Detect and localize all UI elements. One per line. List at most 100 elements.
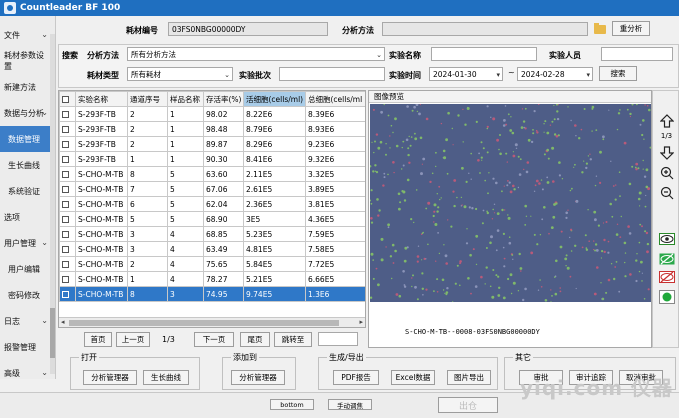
search-type-select[interactable]: 所有耗材 ⌄: [127, 67, 233, 81]
prev-page-button[interactable]: 上一页: [116, 332, 150, 347]
row-checkbox-cell[interactable]: [59, 121, 76, 137]
row-checkbox-cell[interactable]: [59, 181, 76, 197]
sidebar-item[interactable]: 高级 ⌄: [0, 360, 50, 386]
cell-dot: [433, 203, 437, 207]
row-checkbox-cell[interactable]: [59, 286, 76, 302]
table-horizontal-scrollbar[interactable]: ◂ ▸: [59, 317, 365, 327]
checkbox-icon[interactable]: [62, 201, 69, 208]
zoom-in-icon[interactable]: [657, 165, 676, 181]
sidebar-item[interactable]: 用户管理 ⌄: [0, 230, 50, 256]
manual-focus-button[interactable]: 手动调焦: [328, 399, 372, 410]
date-from-picker[interactable]: 2024-01-30 ▾: [429, 67, 503, 81]
checkbox-icon[interactable]: [62, 246, 69, 253]
row-checkbox-cell[interactable]: [59, 136, 76, 152]
add-analysis-manager-button[interactable]: 分析管理器: [231, 370, 285, 385]
table-row[interactable]: S-CHO-M-TB 1 4 78.27 5.21E5 6.66E5: [59, 271, 365, 287]
date-to-picker[interactable]: 2024-02-28 ▾: [517, 67, 593, 81]
search-batch-input[interactable]: [279, 67, 385, 81]
checkbox-icon[interactable]: [62, 231, 69, 238]
table-row[interactable]: S-CHO-M-TB 3 4 63.49 4.81E5 7.58E5: [59, 241, 365, 257]
table-row[interactable]: S-CHO-M-TB 6 5 62.04 2.36E5 3.81E5: [59, 196, 365, 212]
sidebar-scrollbar[interactable]: [50, 34, 55, 374]
green-dot-icon[interactable]: [657, 289, 676, 305]
checkbox-icon[interactable]: [62, 126, 69, 133]
header-select-all[interactable]: [59, 91, 76, 107]
last-page-button[interactable]: 尾页: [240, 332, 270, 347]
header-channel[interactable]: 通道序号: [127, 91, 168, 107]
checkbox-icon[interactable]: [62, 156, 69, 163]
sidebar-item[interactable]: 新建方法: [0, 74, 50, 100]
row-checkbox-cell[interactable]: [59, 271, 76, 287]
header-viability[interactable]: 存活率(%): [203, 91, 244, 107]
table-row[interactable]: S-293F-TB 2 1 98.48 8.79E6 8.93E6: [59, 121, 365, 137]
sidebar-item[interactable]: 日志 ⌄: [0, 308, 50, 334]
eject-button[interactable]: 出仓: [438, 397, 498, 413]
pdf-report-button[interactable]: PDF报告: [333, 370, 379, 385]
sidebar-item[interactable]: 报警管理: [0, 334, 50, 360]
checkbox-icon[interactable]: [62, 291, 69, 298]
eye-hidden-red-icon[interactable]: [657, 269, 676, 285]
jump-page-input[interactable]: [318, 332, 358, 346]
checkbox-icon[interactable]: [62, 261, 69, 268]
row-checkbox-cell[interactable]: [59, 256, 76, 272]
table-row[interactable]: S-CHO-M-TB 8 5 63.60 2.11E5 3.32E5: [59, 166, 365, 182]
sidebar-item[interactable]: 选项: [0, 204, 50, 230]
search-name-input[interactable]: [431, 47, 537, 61]
sidebar-item[interactable]: 系统验证: [0, 178, 50, 204]
eye-hidden-green-icon[interactable]: [657, 251, 676, 267]
search-button[interactable]: 搜索: [599, 66, 637, 81]
first-page-button[interactable]: 首页: [84, 332, 112, 347]
sidebar-item[interactable]: 用户编辑: [0, 256, 50, 282]
row-checkbox-cell[interactable]: [59, 211, 76, 227]
reanalyze-button[interactable]: 重分析: [612, 21, 650, 36]
sidebar-item[interactable]: 文件 ⌄: [0, 22, 50, 48]
scroll-right-icon[interactable]: ▸: [359, 318, 363, 326]
bottom-button[interactable]: bottom: [270, 399, 314, 410]
zoom-out-icon[interactable]: [657, 185, 676, 201]
excel-data-button[interactable]: Excel数据: [391, 370, 435, 385]
table-row[interactable]: S-CHO-M-TB 5 5 68.90 3E5 4.36E5: [59, 211, 365, 227]
table-row[interactable]: S-293F-TB 2 1 98.02 8.22E6 8.39E6: [59, 106, 365, 122]
arrow-down-icon[interactable]: [657, 145, 676, 161]
row-checkbox-cell[interactable]: [59, 226, 76, 242]
search-user-input[interactable]: [601, 47, 673, 61]
checkbox-icon[interactable]: [62, 111, 69, 118]
sidebar-item[interactable]: 密码修改: [0, 282, 50, 308]
checkbox-icon[interactable]: [62, 276, 69, 283]
microscope-image[interactable]: [370, 104, 651, 302]
open-growth-curve-button[interactable]: 生长曲线: [143, 370, 189, 385]
table-row[interactable]: S-CHO-M-TB 2 4 75.65 5.84E5 7.72E5: [59, 256, 365, 272]
jump-to-button[interactable]: 跳转至: [274, 332, 312, 347]
scroll-left-icon[interactable]: ◂: [61, 318, 65, 326]
sidebar-item[interactable]: 耗材参数设置: [0, 48, 50, 74]
row-checkbox-cell[interactable]: [59, 106, 76, 122]
row-checkbox-cell[interactable]: [59, 241, 76, 257]
next-page-button[interactable]: 下一页: [194, 332, 234, 347]
arrow-up-icon[interactable]: [657, 113, 676, 129]
header-sample[interactable]: 样品名称: [167, 91, 204, 107]
table-row[interactable]: S-CHO-M-TB 7 5 67.06 2.61E5 3.89E5: [59, 181, 365, 197]
checkbox-icon[interactable]: [62, 141, 69, 148]
image-export-button[interactable]: 图片导出: [447, 370, 491, 385]
checkbox-icon[interactable]: [62, 96, 69, 103]
row-checkbox-cell[interactable]: [59, 196, 76, 212]
table-row[interactable]: S-CHO-M-TB 3 4 68.85 5.23E5 7.59E5: [59, 226, 365, 242]
checkbox-icon[interactable]: [62, 171, 69, 178]
sidebar-item[interactable]: 生长曲线: [0, 152, 50, 178]
open-analysis-manager-button[interactable]: 分析管理器: [83, 370, 137, 385]
row-checkbox-cell[interactable]: [59, 151, 76, 167]
folder-icon[interactable]: [594, 23, 606, 34]
eye-icon[interactable]: [657, 231, 676, 247]
row-checkbox-cell[interactable]: [59, 166, 76, 182]
header-name[interactable]: 实验名称: [75, 91, 128, 107]
sidebar-item[interactable]: 数据管理: [0, 126, 50, 152]
header-total-cells[interactable]: 总细胞(cells/ml: [305, 91, 365, 107]
header-live-cells[interactable]: 活细胞(cells/ml): [243, 91, 306, 107]
table-row[interactable]: S-CHO-M-TB 8 3 74.95 9.74E5 1.3E6: [59, 286, 365, 302]
checkbox-icon[interactable]: [62, 216, 69, 223]
sidebar-item[interactable]: 数据与分析 ⌄: [0, 100, 50, 126]
table-row[interactable]: S-293F-TB 1 1 90.30 8.41E6 9.32E6: [59, 151, 365, 167]
search-method-select[interactable]: 所有分析方法 ⌄: [127, 47, 385, 61]
table-row[interactable]: S-293F-TB 2 1 89.87 8.29E6 9.23E6: [59, 136, 365, 152]
checkbox-icon[interactable]: [62, 186, 69, 193]
